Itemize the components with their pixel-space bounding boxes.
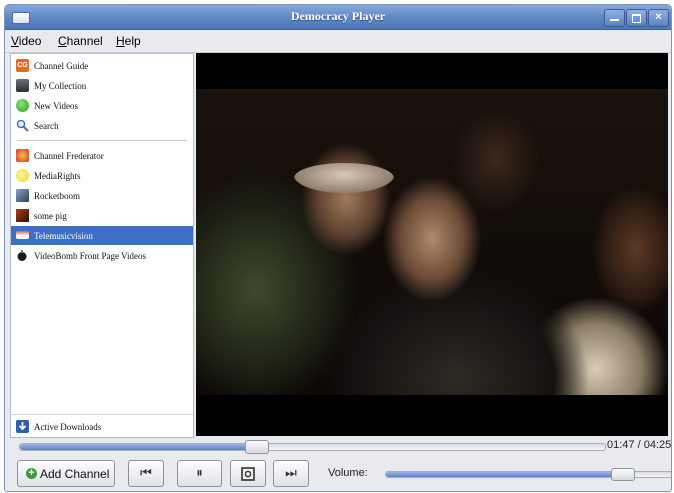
menu-help-label: elp xyxy=(124,34,141,48)
video-content xyxy=(294,163,394,193)
title-bar[interactable]: Democracy Player × xyxy=(5,5,671,30)
minimize-icon xyxy=(610,19,619,21)
pause-icon: ⏸ xyxy=(196,466,203,481)
sidebar-item-new-videos[interactable]: New Videos xyxy=(11,96,193,115)
sidebar-item-label: MediaRights xyxy=(34,171,81,181)
sidebar-item-label: some pig xyxy=(34,211,67,221)
maximize-button[interactable] xyxy=(626,9,647,27)
sidebar-bottom-divider xyxy=(11,414,193,415)
next-button[interactable]: ⏭ xyxy=(273,460,309,487)
menu-help-mnemonic: H xyxy=(116,34,125,48)
menu-help[interactable]: Help xyxy=(116,34,141,48)
sidebar-item-search[interactable]: Search xyxy=(11,116,193,135)
menu-video-mnemonic: V xyxy=(11,34,19,48)
sidebar-item-rocketboom[interactable]: Rocketboom xyxy=(11,186,193,205)
collection-icon xyxy=(16,79,29,92)
menu-video[interactable]: Video xyxy=(11,34,41,48)
sidebar-item-telemusicvision[interactable]: Telemusicvision xyxy=(11,226,193,245)
downloads-icon xyxy=(16,420,29,433)
skip-back-icon: ⏮ xyxy=(140,466,152,481)
menu-bar: Video Channel Help xyxy=(5,30,671,53)
sidebar-item-label: Telemusicvision xyxy=(34,231,93,241)
skip-forward-icon: ⏭ xyxy=(285,466,297,481)
minimize-button[interactable] xyxy=(604,9,625,27)
volume-label: Volume: xyxy=(328,467,368,479)
sidebar-item-label: Channel Frederator xyxy=(34,151,104,161)
video-area[interactable] xyxy=(196,53,668,436)
volume-slider[interactable] xyxy=(385,468,671,481)
sidebar-item-channel-guide[interactable]: CG Channel Guide xyxy=(11,56,193,75)
videobomb-icon xyxy=(16,249,29,262)
menu-channel-mnemonic: C xyxy=(58,34,67,48)
sidebar-item-active-downloads[interactable]: Active Downloads xyxy=(11,417,193,436)
sidebar-item-label: Search xyxy=(34,121,59,131)
sidebar-item-videobomb[interactable]: VideoBomb Front Page Videos xyxy=(11,246,193,265)
sidebar-item-mediarights[interactable]: MediaRights xyxy=(11,166,193,185)
sidebar-item-label: New Videos xyxy=(34,101,79,111)
mediarights-icon xyxy=(16,169,29,182)
sidebar-item-my-collection[interactable]: My Collection xyxy=(11,76,193,95)
pause-button[interactable]: ⏸ xyxy=(177,460,222,487)
app-window: Democracy Player × Video Channel Help CG… xyxy=(4,4,672,492)
channel-guide-icon: CG xyxy=(16,59,29,72)
new-videos-icon xyxy=(16,99,29,112)
add-channel-label: Add Channel xyxy=(40,467,110,481)
volume-level xyxy=(386,472,623,477)
seek-handle[interactable] xyxy=(245,440,270,454)
close-button[interactable]: × xyxy=(648,9,669,27)
menu-channel-label: hannel xyxy=(66,34,103,48)
seek-bar[interactable] xyxy=(19,440,606,454)
some-pig-icon xyxy=(16,209,29,222)
fullscreen-icon xyxy=(231,461,265,486)
window-title: Democracy Player xyxy=(290,9,386,23)
sidebar-item-label: Active Downloads xyxy=(34,422,102,432)
frederator-icon xyxy=(16,149,29,162)
sidebar-item-some-pig[interactable]: some pig xyxy=(11,206,193,225)
sidebar-item-label: Channel Guide xyxy=(34,61,89,71)
sidebar-item-label: My Collection xyxy=(34,81,87,91)
seek-progress xyxy=(20,444,257,450)
sidebar: CG Channel Guide My Collection New Video… xyxy=(10,53,194,438)
menu-video-label: ideo xyxy=(18,34,42,48)
video-frame xyxy=(196,89,668,395)
rocketboom-icon xyxy=(16,189,29,202)
maximize-icon xyxy=(632,14,641,23)
search-icon xyxy=(16,119,29,132)
fullscreen-button[interactable] xyxy=(230,460,266,487)
volume-handle[interactable] xyxy=(611,468,636,481)
time-readout: 01:47 / 04:25 xyxy=(607,439,672,451)
previous-button[interactable]: ⏮ xyxy=(128,460,164,487)
close-icon: × xyxy=(655,11,662,23)
sidebar-divider xyxy=(17,140,187,141)
menu-channel[interactable]: Channel xyxy=(58,34,103,48)
add-channel-button[interactable]: + Add Channel xyxy=(17,460,115,487)
telemusicvision-icon xyxy=(16,231,29,239)
add-icon: + xyxy=(26,468,37,479)
sidebar-item-label: VideoBomb Front Page Videos xyxy=(34,251,146,261)
sidebar-item-label: Rocketboom xyxy=(34,191,80,201)
sidebar-item-channel-frederator[interactable]: Channel Frederator xyxy=(11,146,193,165)
